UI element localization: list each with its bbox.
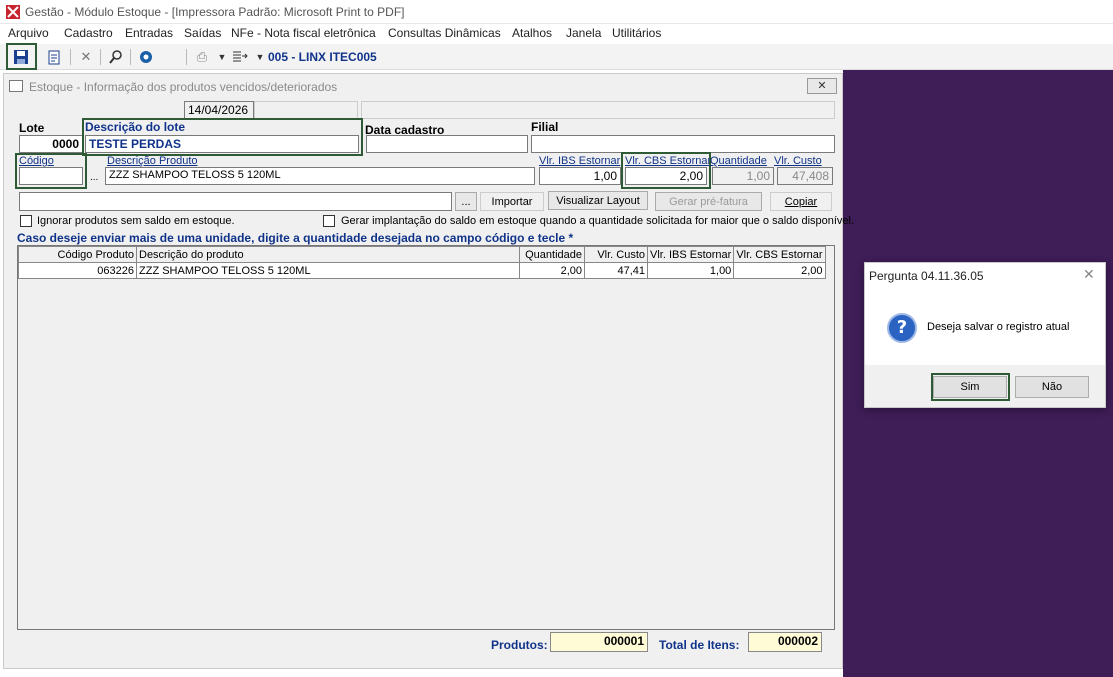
date-field: 14/04/2026 (184, 101, 254, 119)
vlr-ibs-label: Vlr. IBS Estornar (539, 155, 621, 167)
dialog-footer: Sim Não (865, 365, 1105, 407)
col-vlr-ibs[interactable]: Vlr. IBS Estornar (646, 246, 735, 263)
dialog-close-icon[interactable]: ✕ (1083, 266, 1095, 283)
cell-quantidade: 2,00 (519, 262, 585, 279)
export-icon[interactable] (230, 47, 250, 67)
search-icon[interactable] (106, 47, 126, 67)
lote-field[interactable]: 0000 (19, 135, 83, 153)
copiar-button[interactable]: Copiar (770, 192, 832, 211)
menu-utilitarios[interactable]: Utilitários (612, 26, 661, 40)
codigo-browse-button[interactable]: ... (90, 172, 98, 183)
descricao-lote-highlight (82, 118, 363, 156)
menu-entradas[interactable]: Entradas (125, 26, 173, 40)
vlr-cbs-highlight (621, 152, 711, 189)
products-table: Código Produto Descrição do produto Quan… (18, 246, 826, 279)
filial-label: Filial (531, 120, 559, 134)
browse-button[interactable]: ... (455, 192, 477, 211)
cell-descricao: ZZZ SHAMPOO TELOSS 5 120ML (136, 262, 520, 279)
delete-icon[interactable]: ✕ (76, 47, 96, 67)
child-window-title: Estoque - Informação dos produtos vencid… (29, 80, 338, 94)
table-row[interactable]: 063226 ZZZ SHAMPOO TELOSS 5 120ML 2,00 4… (18, 262, 826, 279)
col-codigo-produto[interactable]: Código Produto (18, 246, 137, 263)
question-icon: ? (887, 313, 917, 343)
col-vlr-cbs[interactable]: Vlr. CBS Estornar (733, 246, 826, 263)
print-icon[interactable]: ⎙ (192, 47, 212, 67)
confirm-dialog: Pergunta 04.11.36.05 ✕ ? Deseja salvar o… (864, 262, 1106, 408)
importar-button[interactable]: Importar (480, 192, 544, 211)
window-icon (9, 80, 23, 92)
vlr-ibs-field[interactable]: 1,00 (539, 167, 621, 185)
app-logo-icon (6, 5, 20, 19)
lote-label: Lote (19, 121, 45, 135)
toolbar: ✕ ⎙ ▼ ▼ 005 - LINX ITEC005 (0, 43, 1113, 70)
table-header-row: Código Produto Descrição do produto Quan… (18, 246, 826, 263)
menu-consultas-dinamicas[interactable]: Consultas Dinâmicas (388, 26, 501, 40)
ignorar-label: Ignorar produtos sem saldo em estoque. (37, 215, 235, 227)
info-icon[interactable] (136, 47, 156, 67)
col-vlr-custo[interactable]: Vlr. Custo (584, 246, 648, 263)
visualizar-layout-button[interactable]: Visualizar Layout (548, 191, 648, 210)
child-window: Estoque - Informação dos produtos vencid… (3, 73, 854, 669)
save-highlight (6, 43, 37, 70)
data-cadastro-field[interactable] (366, 135, 528, 153)
status-field (361, 101, 835, 119)
export-dropdown-icon[interactable]: ▼ (250, 47, 270, 67)
codigo-highlight (15, 153, 87, 189)
menu-atalhos[interactable]: Atalhos (512, 26, 552, 40)
total-itens-label: Total de Itens: (659, 638, 740, 652)
filial-field[interactable] (531, 135, 835, 153)
menu-bar: Arquivo Cadastro Entradas Saídas NFe - N… (0, 24, 1113, 44)
title-bar: Gestão - Módulo Estoque - [Impressora Pa… (0, 0, 1113, 24)
ignorar-checkbox[interactable] (20, 215, 32, 227)
menu-saidas[interactable]: Saídas (184, 26, 221, 40)
toolbar-separator (100, 49, 101, 65)
gerar-implantacao-label: Gerar implantação do saldo em estoque qu… (341, 215, 855, 227)
gerar-implantacao-checkbox[interactable] (323, 215, 335, 227)
toolbar-separator (130, 49, 131, 65)
window-title: Gestão - Módulo Estoque - [Impressora Pa… (25, 5, 405, 19)
instruction-text: Caso deseje enviar mais de uma unidade, … (17, 231, 574, 245)
gerar-pre-fatura-button[interactable]: Gerar pré-fatura (655, 192, 762, 211)
close-icon[interactable]: ✕ (807, 78, 837, 94)
vlr-custo-label: Vlr. Custo (774, 155, 822, 167)
products-grid[interactable]: Código Produto Descrição do produto Quan… (17, 245, 835, 630)
dialog-message: Deseja salvar o registro atual (927, 321, 1070, 333)
child-window-titlebar: Estoque - Informação dos produtos vencid… (4, 74, 842, 98)
descricao-produto-field[interactable]: ZZZ SHAMPOO TELOSS 5 120ML (105, 167, 535, 185)
col-descricao-produto[interactable]: Descrição do produto (136, 246, 520, 263)
total-itens-count: 000002 (748, 632, 822, 652)
produtos-count: 000001 (550, 632, 648, 652)
menu-nfe[interactable]: NFe - Nota fiscal eletrônica (231, 26, 376, 40)
vlr-custo-field: 47,408 (777, 167, 833, 185)
descricao-produto-label[interactable]: Descrição Produto (107, 155, 198, 167)
print-dropdown-icon[interactable]: ▼ (212, 47, 232, 67)
dialog-title: Pergunta 04.11.36.05 (869, 269, 984, 283)
toolbar-separator (186, 49, 187, 65)
quantidade-label: Quantidade (710, 155, 767, 167)
yes-highlight (931, 373, 1010, 401)
quantidade-field: 1,00 (712, 167, 774, 185)
menu-arquivo[interactable]: Arquivo (8, 26, 49, 40)
cell-vlr-cbs: 2,00 (733, 262, 826, 279)
toolbar-separator (70, 49, 71, 65)
cell-codigo: 063226 (18, 262, 137, 279)
produtos-label: Produtos: (491, 638, 548, 652)
col-quantidade[interactable]: Quantidade (519, 246, 585, 263)
file-path-field[interactable] (19, 192, 452, 211)
menu-cadastro[interactable]: Cadastro (64, 26, 113, 40)
date-extra-field (254, 101, 358, 119)
new-document-icon[interactable] (44, 47, 64, 67)
cell-vlr-custo: 47,41 (584, 262, 648, 279)
no-button[interactable]: Não (1015, 376, 1089, 398)
menu-janela[interactable]: Janela (566, 26, 601, 40)
company-label: 005 - LINX ITEC005 (268, 50, 377, 64)
cell-vlr-ibs: 1,00 (646, 262, 735, 279)
